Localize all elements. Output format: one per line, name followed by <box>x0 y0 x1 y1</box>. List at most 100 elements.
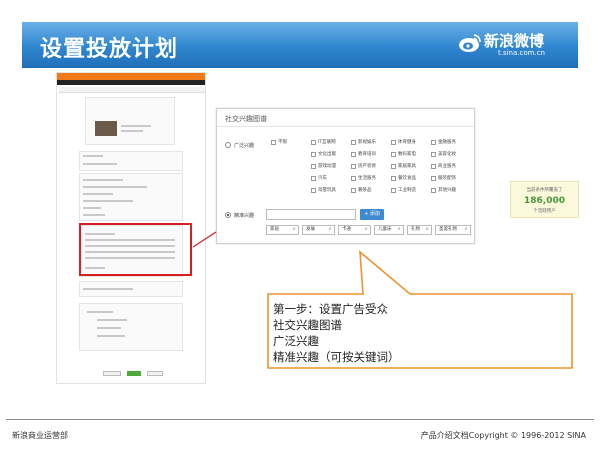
interest-checkbox[interactable]: 奢侈品 <box>351 188 372 195</box>
remove-tag-icon[interactable]: × <box>464 226 468 234</box>
interest-checkbox[interactable]: 教育培训 <box>351 152 376 159</box>
callout-line: 广泛兴趣 <box>273 334 319 348</box>
interest-checkbox[interactable]: 美容化妆 <box>431 152 456 159</box>
broad-interest-label: 广泛兴趣 <box>234 143 255 149</box>
checkbox-icon <box>391 164 396 169</box>
mini-section-box <box>79 151 183 171</box>
mini-line <box>83 193 113 195</box>
mini-ad-image <box>95 121 117 136</box>
broad-interest-radio[interactable] <box>225 142 231 148</box>
remove-tag-icon[interactable]: × <box>364 226 368 234</box>
checkbox-icon <box>351 188 356 193</box>
footer-divider <box>6 419 594 420</box>
mini-line <box>97 319 127 321</box>
checkbox-icon <box>431 140 436 145</box>
mini-nav <box>57 80 205 85</box>
checkbox-icon <box>431 176 436 181</box>
checkbox-icon <box>351 152 356 157</box>
stats-caption: 当前条件所覆盖了 <box>526 188 563 193</box>
sina-weibo-logo: 新浪微博 t.sina.com.cn <box>458 28 566 62</box>
keyword-tag[interactable]: 家居 × <box>266 225 299 235</box>
interest-checkbox[interactable]: 文化出版 <box>311 152 336 159</box>
footer-copyright: 产品介绍文档Copyright © 1996-2012 SINA <box>420 431 586 440</box>
mini-line <box>121 130 143 132</box>
mini-breadcrumb <box>59 87 205 93</box>
interest-checkbox[interactable]: 数码家电 <box>391 152 416 159</box>
mini-save-button <box>147 371 163 376</box>
checkbox-icon <box>311 176 316 181</box>
mini-line <box>83 288 133 290</box>
callout-text: 第一步：设置广告受众 社交兴趣图谱 广泛兴趣 精准兴趣（可按关键词） <box>273 301 573 365</box>
mini-line <box>83 155 103 157</box>
callout-line: 社交兴趣图谱 <box>273 318 342 332</box>
callout-line: 精准兴趣（可按关键词） <box>273 350 400 364</box>
checkbox-icon <box>271 140 276 145</box>
checkbox-icon <box>351 140 356 145</box>
checkbox-icon <box>351 164 356 169</box>
interest-checkbox[interactable]: 金融服务 <box>431 140 456 147</box>
interest-checkbox[interactable]: IT互联网 <box>311 140 336 147</box>
mini-line <box>83 200 133 202</box>
checkbox-icon <box>391 188 396 193</box>
panel-title: 社交兴趣图谱 <box>217 109 474 127</box>
interest-targeting-panel: 社交兴趣图谱 广泛兴趣 不限 IT互联网 影视娱乐 体育健身 金融服务 文化出版… <box>216 108 475 244</box>
footer-department: 新浪商业运营部 <box>12 431 68 440</box>
interest-checkbox[interactable]: 母婴玩具 <box>311 188 336 195</box>
interest-checkbox[interactable]: 生活服务 <box>351 176 376 183</box>
mini-line <box>87 311 113 313</box>
add-keyword-button[interactable]: + 添加 <box>360 209 384 220</box>
precise-interest-label: 精准兴趣 <box>234 213 255 219</box>
slide-header: 设置投放计划 新浪微博 t.sina.com.cn <box>22 22 578 68</box>
interest-checkbox[interactable]: 体育健身 <box>391 140 416 147</box>
checkbox-icon <box>431 152 436 157</box>
mini-line <box>83 214 105 216</box>
logo-name: 新浪微博 <box>484 32 545 50</box>
interest-checkbox[interactable]: 不限 <box>271 140 287 147</box>
checkbox-icon <box>391 152 396 157</box>
mini-submit-button <box>127 371 141 376</box>
interest-checkbox[interactable]: 家居家具 <box>391 164 416 171</box>
interest-checkbox[interactable]: 其他兴趣 <box>431 188 456 195</box>
mini-topbar <box>57 73 205 80</box>
interest-checkbox[interactable]: 游戏动漫 <box>311 164 336 171</box>
checkbox-icon <box>431 164 436 169</box>
keyword-input[interactable] <box>266 209 356 220</box>
interest-section-highlight <box>79 223 192 276</box>
mini-line <box>121 125 151 127</box>
interest-checkbox[interactable]: 工业制造 <box>391 188 416 195</box>
slide-title: 设置投放计划 <box>40 37 179 62</box>
keyword-tag[interactable]: 儿童床 × <box>374 225 404 235</box>
checkbox-icon <box>311 188 316 193</box>
mini-line <box>83 179 123 181</box>
keyword-tag[interactable]: 礼物 × <box>407 225 432 235</box>
checkbox-icon <box>391 176 396 181</box>
precise-interest-radio[interactable] <box>225 212 231 218</box>
remove-tag-icon[interactable]: × <box>425 226 429 234</box>
interest-checkbox[interactable]: 餐饮食品 <box>391 176 416 183</box>
checkbox-icon <box>311 140 316 145</box>
remove-tag-icon[interactable]: × <box>292 226 296 234</box>
interest-checkbox[interactable]: 商业服务 <box>431 164 456 171</box>
checkbox-icon <box>391 140 396 145</box>
audience-stats-box: 当前条件所覆盖了 186,000 个活跃用户 <box>510 181 579 218</box>
keyword-tag[interactable]: 卡通 × <box>338 225 371 235</box>
keyword-tag[interactable]: 圣诞礼物 × <box>435 225 471 235</box>
remove-tag-icon[interactable]: × <box>328 226 332 234</box>
mini-line <box>97 335 125 337</box>
callout-line: 第一步：设置广告受众 <box>273 302 388 316</box>
mini-line <box>83 207 101 209</box>
stats-unit: 个活跃用户 <box>533 209 556 214</box>
interest-checkbox[interactable]: 汽车 <box>311 176 327 183</box>
remove-tag-icon[interactable]: × <box>397 226 401 234</box>
checkbox-icon <box>431 188 436 193</box>
checkbox-icon <box>311 152 316 157</box>
mini-line <box>97 327 121 329</box>
interest-checkbox[interactable]: 影视娱乐 <box>351 140 376 147</box>
checkbox-icon <box>351 176 356 181</box>
mini-line <box>83 163 117 165</box>
stats-number: 186,000 <box>524 196 565 206</box>
keyword-tag[interactable]: 发展 × <box>302 225 335 235</box>
interest-checkbox[interactable]: 服装配饰 <box>431 176 456 183</box>
weibo-eye-icon <box>459 34 481 52</box>
interest-checkbox[interactable]: 房产装修 <box>351 164 376 171</box>
